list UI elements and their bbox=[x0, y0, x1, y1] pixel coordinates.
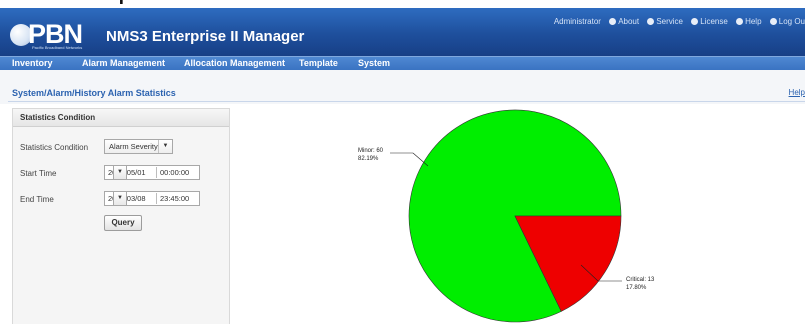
help-icon bbox=[736, 18, 744, 25]
field-separator bbox=[156, 167, 157, 178]
condition-label: Statistics Condition bbox=[20, 143, 89, 152]
pbn-logo: PBN Pacific Broadband Networks bbox=[10, 19, 98, 50]
minor-percent: 82.19% bbox=[358, 156, 379, 162]
condition-value: Alarm Severity bbox=[109, 142, 158, 151]
chevron-down-icon: ▼ bbox=[158, 140, 172, 153]
logout-icon bbox=[769, 18, 777, 25]
service-icon bbox=[647, 18, 655, 25]
start-time-label: Start Time bbox=[20, 169, 57, 178]
nav-alarm-management[interactable]: Alarm Management bbox=[82, 57, 165, 70]
breadcrumb: System/Alarm/History Alarm Statistics bbox=[12, 88, 176, 98]
pie-slices bbox=[408, 109, 622, 323]
main-nav: Inventory Alarm Management Allocation Ma… bbox=[0, 56, 805, 70]
statistics-condition-panel: Statistics Condition Statistics Conditio… bbox=[12, 108, 230, 324]
link-logout[interactable]: Log Ou bbox=[769, 17, 805, 26]
logo-subtext: Pacific Broadband Networks bbox=[32, 45, 83, 50]
critical-label: Critical: 13 bbox=[626, 277, 655, 283]
app-title: NMS3 Enterprise II Manager bbox=[106, 28, 305, 45]
end-time-value: 23:45:00 bbox=[160, 194, 190, 203]
about-icon bbox=[609, 18, 617, 25]
alarm-severity-pie-chart: Minor: 60 82.19% Critical: 13 17.80% bbox=[240, 104, 805, 324]
divider bbox=[8, 101, 805, 102]
nav-allocation-management[interactable]: Allocation Management bbox=[184, 57, 285, 70]
license-icon bbox=[691, 18, 699, 25]
critical-percent: 17.80% bbox=[626, 285, 647, 291]
condition-select[interactable]: Alarm Severity ▼ bbox=[104, 139, 173, 154]
nav-inventory[interactable]: Inventory bbox=[12, 57, 53, 70]
start-time-dropdown-button[interactable]: ▼ bbox=[113, 165, 127, 180]
pie-chart-svg: Minor: 60 82.19% Critical: 13 17.80% bbox=[358, 109, 655, 323]
top-links: Administrator About Service License Help… bbox=[554, 17, 805, 26]
nav-system[interactable]: System bbox=[358, 57, 390, 70]
link-administrator[interactable]: Administrator bbox=[554, 17, 601, 26]
help-link[interactable]: Help bbox=[789, 88, 805, 97]
end-time-dropdown-button[interactable]: ▼ bbox=[113, 191, 127, 206]
minor-label: Minor: 60 bbox=[358, 148, 384, 154]
link-service[interactable]: Service bbox=[647, 17, 683, 26]
link-help[interactable]: Help bbox=[736, 17, 762, 26]
app-header: PBN Pacific Broadband Networks NMS3 Ente… bbox=[0, 8, 805, 56]
end-time-label: End Time bbox=[20, 195, 54, 204]
nav-template[interactable]: Template bbox=[299, 57, 338, 70]
field-separator bbox=[156, 193, 157, 204]
link-license[interactable]: License bbox=[691, 17, 728, 26]
breadcrumb-bar bbox=[0, 70, 805, 104]
start-time-value: 00:00:00 bbox=[160, 168, 190, 177]
panel-title: Statistics Condition bbox=[13, 109, 229, 127]
cropped-caption-text: l bbox=[0, 0, 805, 8]
query-button[interactable]: Query bbox=[104, 215, 142, 231]
link-about[interactable]: About bbox=[609, 17, 639, 26]
